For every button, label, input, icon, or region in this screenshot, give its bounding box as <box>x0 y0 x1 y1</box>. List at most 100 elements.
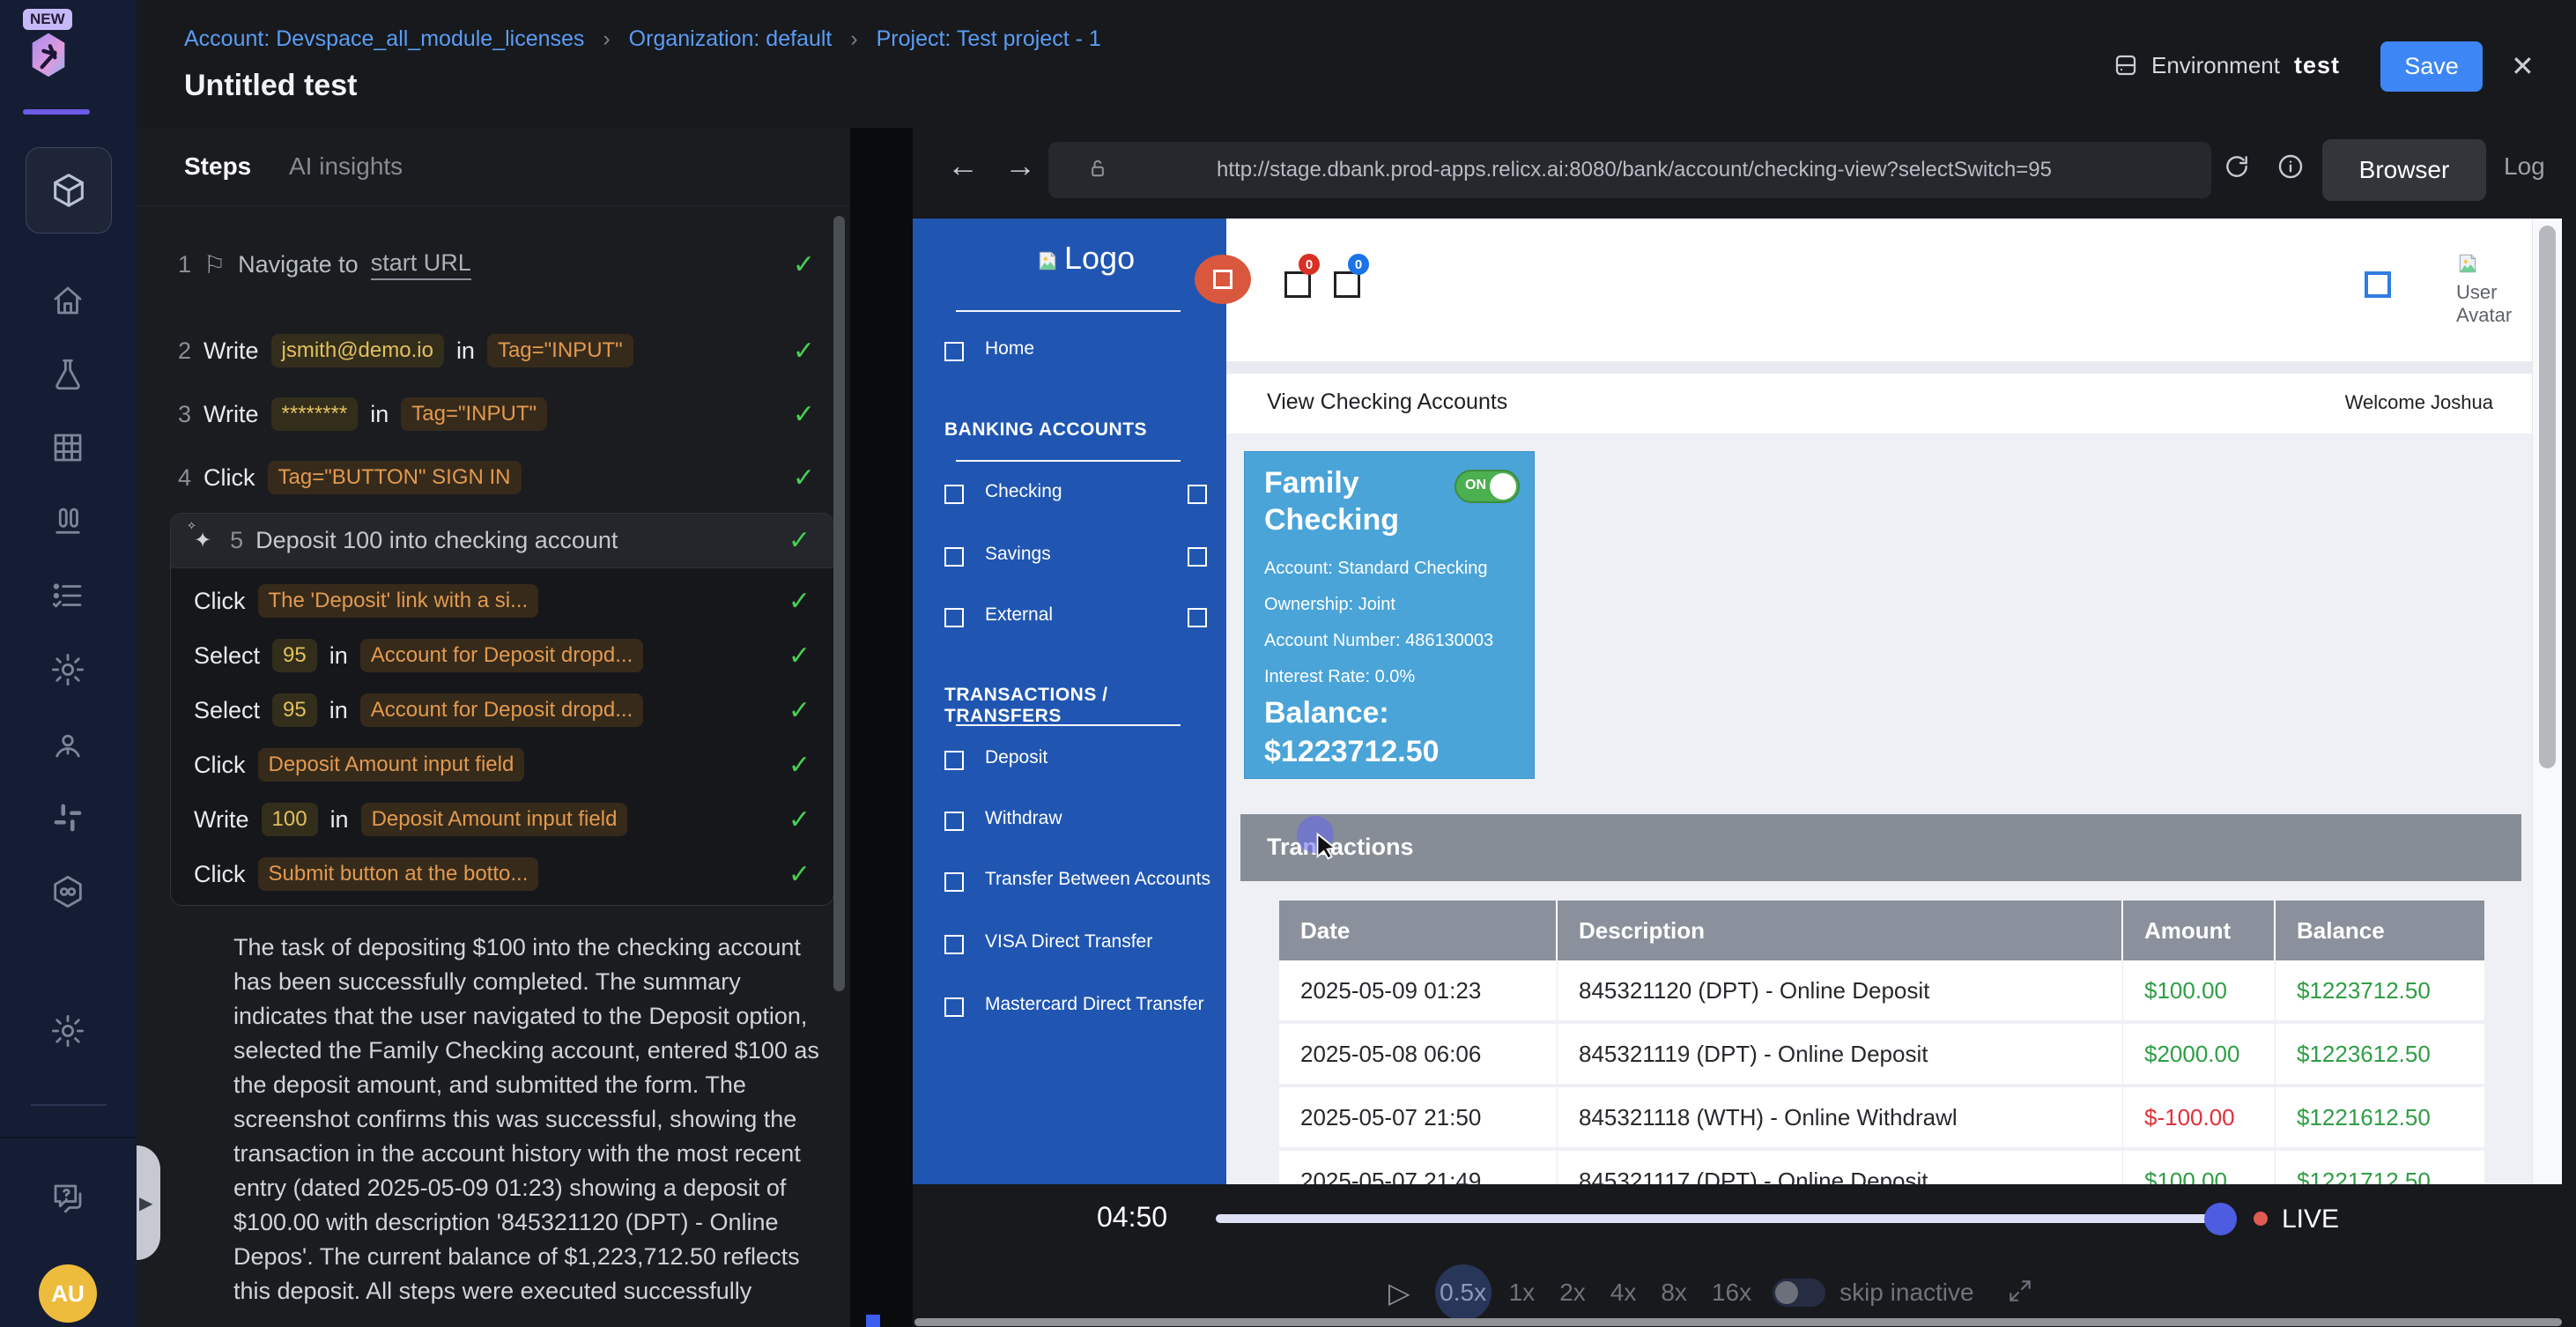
step-row[interactable]: Select95inAccount for Deposit dropd...✓ <box>171 683 833 738</box>
bank-logo-link[interactable]: Logo <box>1036 240 1135 277</box>
speed-0.5x[interactable]: 0.5x <box>1435 1264 1492 1321</box>
browser-back-icon[interactable]: ← <box>947 147 979 184</box>
broken-icon-blue[interactable] <box>2365 271 2391 298</box>
step-row[interactable]: 3Write********inTag="INPUT"✓ <box>172 389 815 439</box>
breadcrumb-organization[interactable]: Organization: default <box>629 26 833 51</box>
broken-image-icon <box>1188 608 1207 627</box>
step-connector: in <box>329 697 348 724</box>
tab-log[interactable]: Log <box>2504 152 2545 181</box>
step-passed-icon: ✓ <box>793 249 815 280</box>
sidebar-item-integrations[interactable] <box>49 799 86 836</box>
breadcrumb-account[interactable]: Account: Devspace_all_module_licenses <box>184 26 584 51</box>
refresh-icon[interactable] <box>2223 152 2251 185</box>
broken-image-icon <box>944 812 964 831</box>
tab-steps[interactable]: Steps <box>184 152 251 181</box>
recording-stop-button[interactable] <box>1195 255 1251 304</box>
bank-nav-item-mastercard-direct-transfer[interactable]: Mastercard Direct Transfer <box>913 987 1226 1027</box>
settings-icon[interactable] <box>49 1012 86 1049</box>
step-action: Navigate to <box>238 251 359 278</box>
fullscreen-icon[interactable] <box>2006 1277 2034 1309</box>
step-row[interactable]: 4ClickTag="BUTTON" SIGN IN✓ <box>172 453 815 502</box>
step-target-chip: Tag="INPUT" <box>487 334 633 367</box>
step-row[interactable]: ClickSubmit button at the botto...✓ <box>171 847 833 901</box>
environment-label: Environment <box>2151 52 2280 79</box>
tab-ai-insights[interactable]: AI insights <box>289 152 403 181</box>
step-number: 5 <box>224 527 243 554</box>
skip-inactive-toggle[interactable] <box>1773 1279 1825 1307</box>
broken-image-icon <box>944 997 964 1017</box>
account-toggle[interactable]: ON <box>1455 470 1520 503</box>
step-row[interactable]: Write100inDeposit Amount input field✓ <box>171 792 833 847</box>
breadcrumb-project[interactable]: Project: Test project - 1 <box>877 26 1101 51</box>
step-value-chip: ******** <box>271 397 359 431</box>
user-avatar[interactable]: AU <box>39 1264 97 1323</box>
seek-bar[interactable] <box>1216 1214 2220 1223</box>
seek-knob[interactable] <box>2204 1203 2237 1235</box>
sidebar-item-modules[interactable] <box>26 147 112 234</box>
sidebar-item-runs[interactable] <box>49 503 86 540</box>
tab-browser[interactable]: Browser <box>2322 139 2486 201</box>
step-row[interactable]: ClickDeposit Amount input field✓ <box>171 738 833 792</box>
cell-amount: $100.00 <box>2123 960 2276 1020</box>
account-detail-line: Account: Standard Checking <box>1264 551 1493 587</box>
horizontal-scrollbar-thumb[interactable] <box>914 1318 2562 1326</box>
speed-16x[interactable]: 16x <box>1712 1279 1751 1307</box>
speed-1x[interactable]: 1x <box>1509 1279 1536 1307</box>
step-group-deposit[interactable]: ✦✧ 5 Deposit 100 into checking account ✓… <box>170 513 834 906</box>
play-icon[interactable]: ▷ <box>1388 1276 1410 1309</box>
sidebar-item-suites[interactable] <box>49 429 86 466</box>
info-icon[interactable] <box>2276 152 2305 185</box>
browser-forward-icon[interactable]: → <box>1004 147 1036 184</box>
bank-nav-item-deposit[interactable]: Deposit <box>913 740 1226 781</box>
bank-user-avatar[interactable]: User Avatar <box>2456 252 2523 349</box>
step-group-header[interactable]: ✦✧ 5 Deposit 100 into checking account ✓ <box>171 514 833 568</box>
sidebar-item-settings[interactable] <box>49 651 86 688</box>
bank-nav-item-visa-direct-transfer[interactable]: VISA Direct Transfer <box>913 924 1226 965</box>
cell-balance: $1221712.50 <box>2276 1151 2484 1184</box>
welcome-text: Welcome Joshua <box>2345 391 2493 414</box>
bank-nav-item-external[interactable]: External <box>913 597 1226 638</box>
step-passed-icon: ✓ <box>788 641 811 671</box>
steps-scrollbar-thumb[interactable] <box>833 216 845 991</box>
speed-8x[interactable]: 8x <box>1661 1279 1687 1307</box>
test-title[interactable]: Untitled test <box>184 69 357 103</box>
bank-nav-item-checking[interactable]: Checking <box>913 474 1226 515</box>
step-target-chip: Deposit Amount input field <box>361 803 628 836</box>
step-row[interactable]: 1⚐Navigate tostart URL✓ <box>172 240 815 289</box>
viewport-scrollbar-thumb[interactable] <box>2539 226 2556 768</box>
app-header: Account: Devspace_all_module_licenses › … <box>137 0 2576 128</box>
sidebar-item-home[interactable] <box>49 282 86 319</box>
environment-selector[interactable]: Environment test <box>2113 46 2340 85</box>
notification-icon-2[interactable]: 0 <box>1332 257 1381 307</box>
sidebar-item-checklist[interactable] <box>49 577 86 614</box>
help-icon[interactable] <box>49 1180 86 1217</box>
transactions-header-bar: Transactions <box>1240 814 2521 881</box>
sidebar-item-experiments[interactable] <box>49 356 86 393</box>
account-card[interactable]: Family Checking ON Account: Standard Che… <box>1244 451 1535 779</box>
bank-nav-item-withdraw[interactable]: Withdraw <box>913 801 1226 841</box>
viewport-scrollbar[interactable] <box>2532 219 2562 1184</box>
close-icon[interactable]: ✕ <box>2511 49 2535 83</box>
speed-4x[interactable]: 4x <box>1610 1279 1637 1307</box>
step-row[interactable]: ClickThe 'Deposit' link with a si...✓ <box>171 574 833 628</box>
bank-nav-item-transfer-between-accounts[interactable]: Transfer Between Accounts <box>913 862 1226 902</box>
bank-nav-item-savings[interactable]: Savings <box>913 537 1226 577</box>
speed-2x[interactable]: 2x <box>1559 1279 1586 1307</box>
toggle-knob <box>1490 473 1516 500</box>
save-button[interactable]: Save <box>2380 41 2483 92</box>
bank-sidebar: Logo Home BANKING ACCOUNTS Checking Savings… <box>913 219 1226 1184</box>
step-row[interactable]: 2Writejsmith@demo.ioinTag="INPUT"✓ <box>172 326 815 375</box>
bank-nav-section-header: BANKING ACCOUNTS <box>944 419 1147 441</box>
app-window: NEW AU Account: Devspace_all_module_lice… <box>0 0 2576 1327</box>
step-row[interactable]: Select95inAccount for Deposit dropd...✓ <box>171 628 833 683</box>
bank-nav-item-home[interactable]: Home <box>913 331 1226 372</box>
url-bar[interactable]: http://stage.dbank.prod-apps.relicx.ai:8… <box>1048 142 2211 198</box>
sidebar-item-automations[interactable] <box>49 873 86 910</box>
sidebar-item-explore[interactable] <box>49 725 86 762</box>
panel-collapse-handle[interactable]: ▶ <box>137 1145 160 1260</box>
step-target-chip: Deposit Amount input field <box>258 748 525 782</box>
step-start-url-link[interactable]: start URL <box>371 249 471 280</box>
ai-summary-text: The task of depositing $100 into the che… <box>233 930 819 1308</box>
notification-icon-1[interactable]: 0 <box>1283 257 1332 307</box>
step-value-chip: 95 <box>272 639 317 672</box>
